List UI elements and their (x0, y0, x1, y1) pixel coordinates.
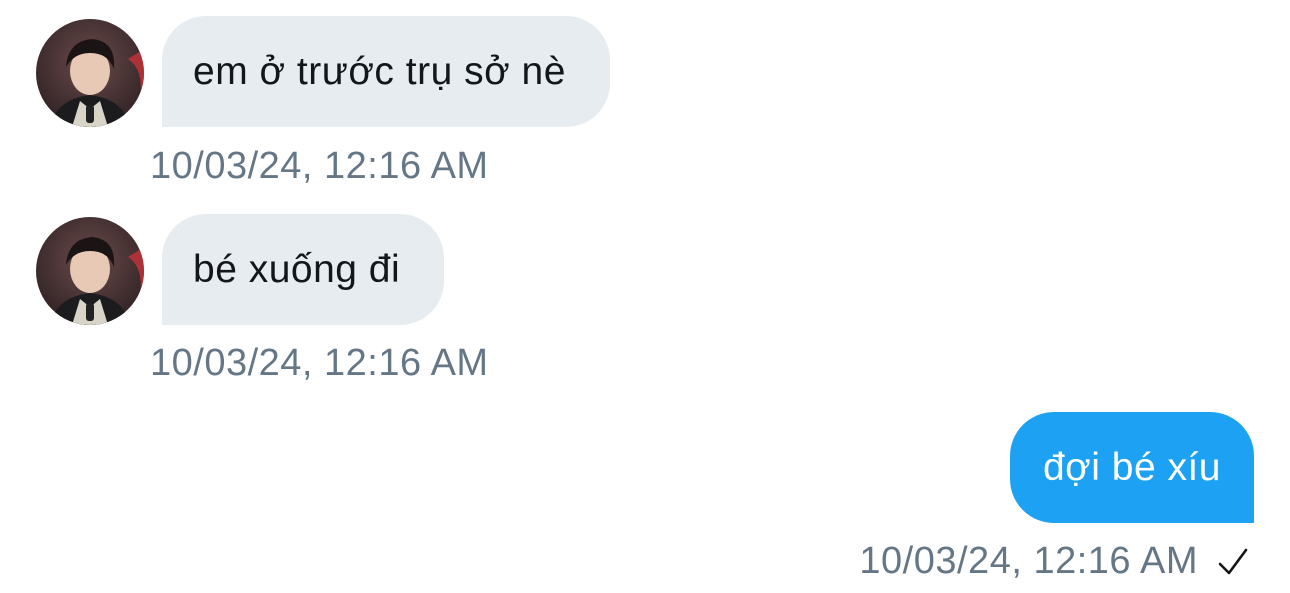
message-bubble-incoming[interactable]: em ở trước trụ sở nè (162, 16, 610, 127)
message-bubble-outgoing[interactable]: đợi bé xíu (1009, 412, 1254, 523)
message-text: bé xuống đi (193, 247, 401, 291)
message-timestamp: 10/03/24, 12:16 AM (859, 540, 1198, 582)
message-timestamp: 10/03/24, 12:16 AM (150, 342, 489, 384)
check-icon (1218, 548, 1248, 575)
message-timestamp: 10/03/24, 12:16 AM (150, 145, 489, 187)
avatar[interactable] (36, 217, 144, 325)
message-bubble-incoming[interactable]: bé xuống đi (162, 214, 445, 325)
message-text: em ở trước trụ sở nè (193, 49, 566, 93)
avatar[interactable] (36, 19, 144, 127)
message-text: đợi bé xíu (1042, 445, 1221, 489)
